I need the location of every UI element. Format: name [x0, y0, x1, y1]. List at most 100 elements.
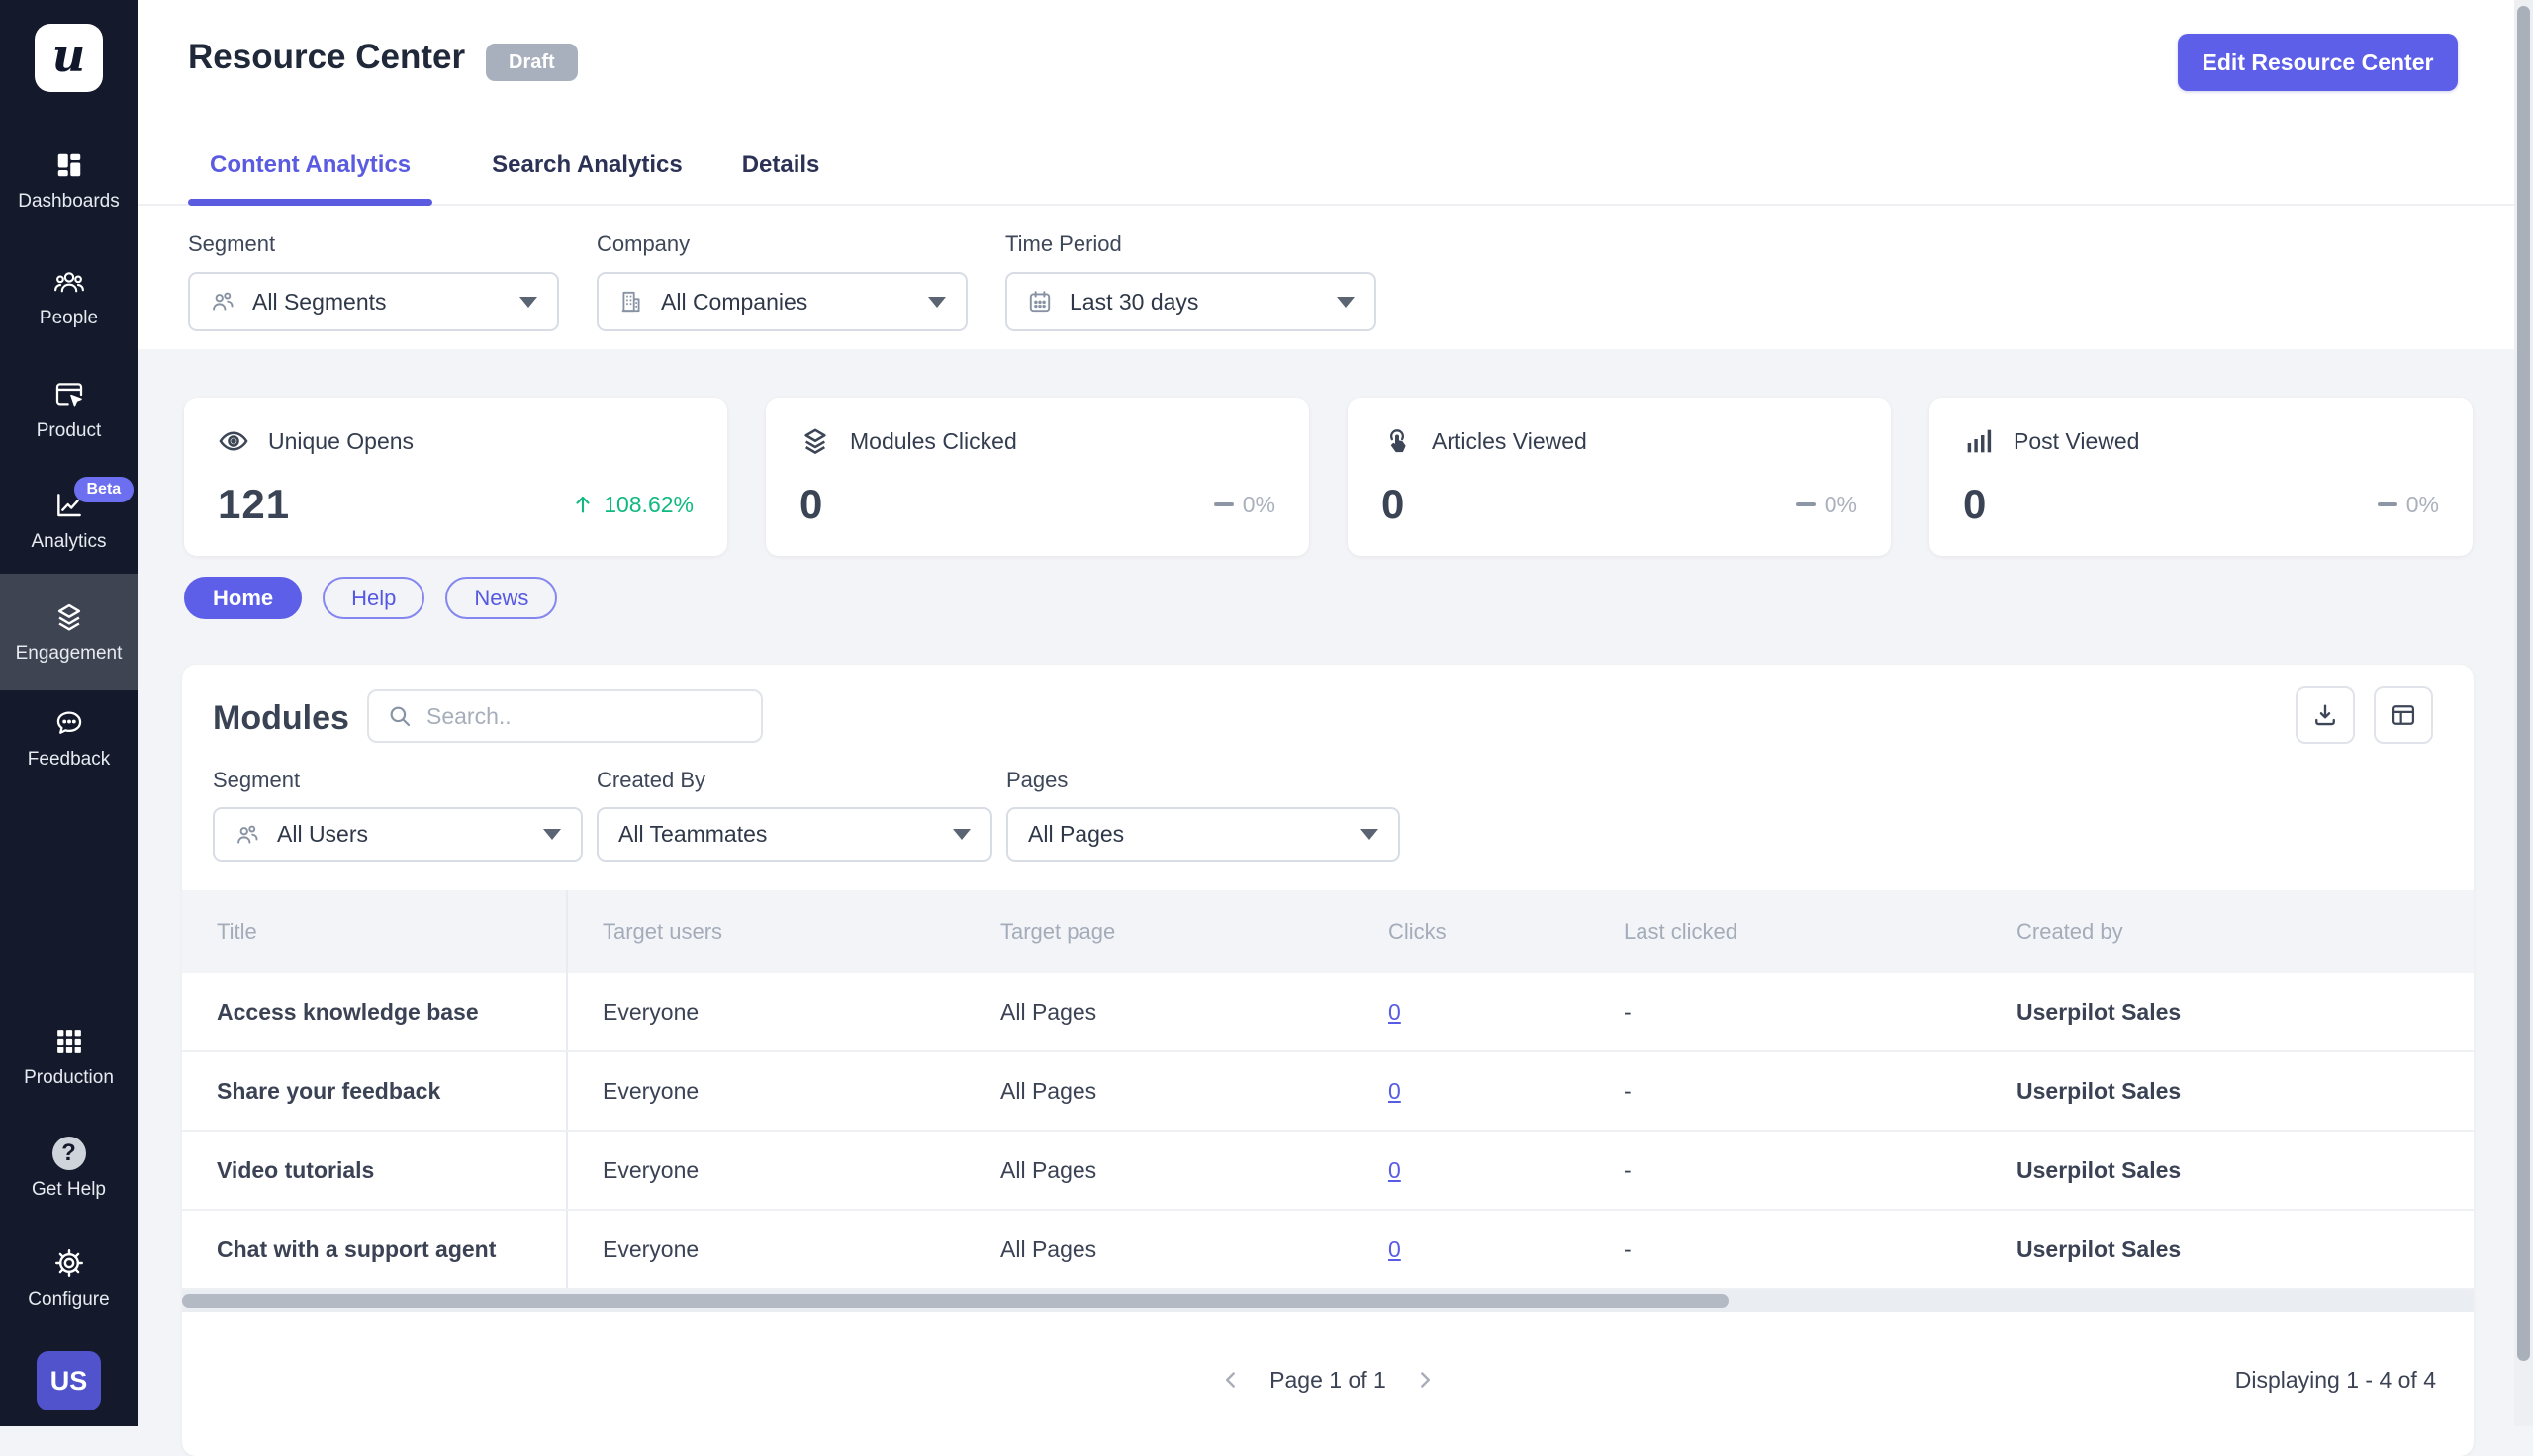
modules-created-by-filter: Created By All Teammates [597, 768, 992, 862]
userpilot-logo[interactable]: u [35, 24, 103, 92]
sidebar-item-dashboards[interactable]: Dashboards [0, 148, 138, 213]
download-icon [2311, 701, 2339, 729]
layers-icon [799, 425, 831, 457]
target-users: Everyone [568, 1211, 966, 1288]
last-clicked: - [1589, 973, 1982, 1050]
dash-icon [2378, 502, 2397, 506]
previous-page-button[interactable] [1218, 1367, 1244, 1393]
user-avatar[interactable]: US [37, 1351, 101, 1410]
chevron-down-icon [519, 297, 537, 308]
chevron-right-icon [1412, 1367, 1438, 1393]
modules-created-by-label: Created By [597, 768, 992, 793]
module-title: Share your feedback [182, 1052, 568, 1130]
building-icon [618, 289, 644, 315]
created-by: Userpilot Sales [1982, 1211, 2474, 1288]
stat-value: 0 [799, 481, 823, 528]
module-title: Chat with a support agent [182, 1211, 568, 1288]
vertical-scrollbar-thumb[interactable] [2517, 6, 2530, 1361]
sidebar-item-people[interactable]: People [0, 265, 138, 329]
horizontal-scrollbar-thumb[interactable] [182, 1294, 1729, 1308]
search-input[interactable] [426, 703, 743, 730]
download-button[interactable] [2296, 686, 2355, 744]
modules-panel: Modules Segment [182, 665, 2474, 1456]
clicks-link[interactable]: 0 [1388, 1157, 1401, 1184]
sidebar-item-label: People [40, 308, 98, 329]
time-period-select[interactable]: Last 30 days [1005, 272, 1376, 331]
modules-search [367, 689, 763, 743]
company-select-value: All Companies [661, 289, 807, 316]
sidebar-item-product[interactable]: Product [0, 378, 138, 442]
chevron-down-icon [953, 829, 971, 840]
target-page: All Pages [966, 1211, 1354, 1288]
sidebar-item-engagement[interactable]: Engagement [0, 574, 138, 690]
calendar-icon [1027, 289, 1053, 315]
table-columns-icon [2390, 701, 2417, 729]
target-users: Everyone [568, 1132, 966, 1209]
search-icon [387, 703, 413, 729]
target-page: All Pages [966, 1052, 1354, 1130]
stat-card-post-viewed: Post Viewed 0 0% [1929, 398, 2473, 556]
created-by: Userpilot Sales [1982, 1132, 2474, 1209]
column-header-created-by: Created by [1982, 890, 2474, 973]
clicks-link[interactable]: 0 [1388, 999, 1401, 1026]
sidebar-item-label: Analytics [31, 531, 106, 553]
edit-resource-center-button[interactable]: Edit Resource Center [2178, 34, 2458, 91]
module-title: Access knowledge base [182, 973, 568, 1050]
modules-segment-select[interactable]: All Users [213, 807, 583, 862]
configure-gear-icon [52, 1246, 86, 1280]
sidebar-item-label: Engagement [16, 643, 123, 665]
analytics-filters: Segment All Segments Company [188, 231, 1376, 331]
clicks-link[interactable]: 0 [1388, 1078, 1401, 1105]
clicks-link[interactable]: 0 [1388, 1236, 1401, 1263]
dash-icon [1796, 502, 1816, 506]
pill-home[interactable]: Home [184, 577, 302, 619]
next-page-button[interactable] [1412, 1367, 1438, 1393]
tab-content-analytics[interactable]: Content Analytics [188, 127, 432, 204]
segment-select-value: All Segments [252, 289, 387, 316]
pill-news[interactable]: News [445, 577, 557, 619]
created-by: Userpilot Sales [1982, 973, 2474, 1050]
pill-help[interactable]: Help [323, 577, 424, 619]
people-icon [52, 265, 86, 299]
stat-delta: 0% [1796, 492, 1857, 518]
sidebar-item-analytics[interactable]: Beta Analytics [0, 489, 138, 553]
vertical-scrollbar[interactable] [2514, 0, 2533, 1426]
modules-created-by-select[interactable]: All Teammates [597, 807, 992, 862]
modules-segment-filter: Segment All Users [213, 768, 583, 862]
chevron-left-icon [1218, 1367, 1244, 1393]
page-title: Resource Center [188, 38, 465, 77]
sidebar-item-production[interactable]: Production [0, 1025, 138, 1089]
segment-select[interactable]: All Segments [188, 272, 559, 331]
avatar-initials: US [50, 1366, 88, 1397]
stat-value: 121 [218, 481, 290, 528]
sidebar-item-label: Product [37, 420, 101, 442]
table-row: Share your feedback Everyone All Pages 0… [182, 1052, 2474, 1132]
sidebar-item-get-help[interactable]: ? Get Help [0, 1137, 138, 1201]
eye-icon [218, 425, 249, 457]
table-row: Chat with a support agent Everyone All P… [182, 1211, 2474, 1290]
target-page: All Pages [966, 1132, 1354, 1209]
people-icon [235, 822, 260, 848]
sidebar-item-configure[interactable]: Configure [0, 1246, 138, 1311]
last-clicked: - [1589, 1211, 1982, 1288]
module-title: Video tutorials [182, 1132, 568, 1209]
stat-label: Articles Viewed [1432, 428, 1587, 455]
last-clicked: - [1589, 1132, 1982, 1209]
columns-settings-button[interactable] [2374, 686, 2433, 744]
displaying-count: Displaying 1 - 4 of 4 [2235, 1367, 2436, 1394]
analytics-chart-icon: Beta [52, 489, 86, 522]
sidebar-item-label: Production [24, 1067, 114, 1089]
horizontal-scrollbar[interactable] [182, 1290, 2474, 1312]
tab-search-analytics[interactable]: Search Analytics [492, 127, 683, 204]
pagination: Page 1 of 1 [182, 1355, 2474, 1405]
dashboards-grid-icon [52, 148, 86, 182]
tab-details[interactable]: Details [742, 127, 820, 204]
stat-card-articles-viewed: Articles Viewed 0 0% [1348, 398, 1891, 556]
modules-pages-select[interactable]: All Pages [1006, 807, 1400, 862]
sidebar-item-feedback[interactable]: Feedback [0, 706, 138, 771]
company-select[interactable]: All Companies [597, 272, 968, 331]
modules-segment-value: All Users [277, 821, 368, 848]
main-content: Resource Center Draft Edit Resource Cent… [138, 0, 2533, 1426]
column-header-target-users: Target users [568, 890, 966, 973]
stat-delta: 108.62% [571, 492, 694, 518]
